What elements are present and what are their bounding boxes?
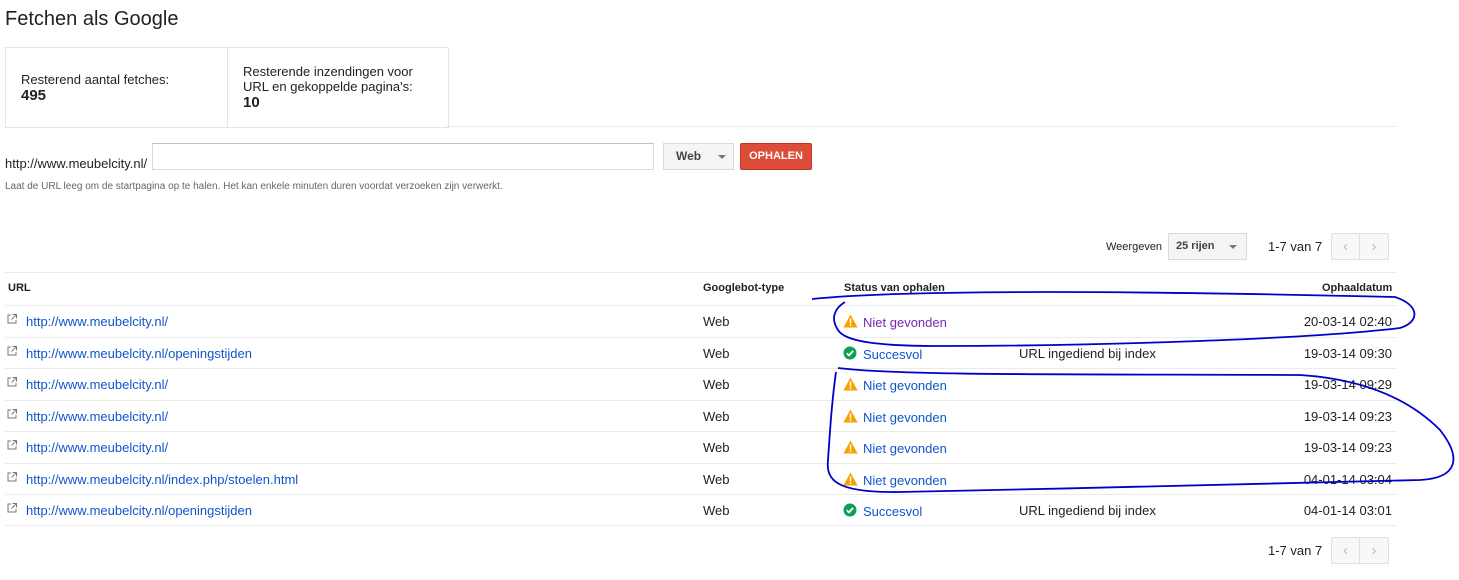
url-link[interactable]: http://www.meubelcity.nl/ [26, 314, 168, 329]
status-link[interactable]: Niet gevonden [863, 315, 947, 330]
table-top-border [5, 272, 1396, 273]
warning-icon [843, 409, 858, 423]
next-page-button[interactable]: › [1360, 233, 1389, 260]
external-link-icon[interactable] [7, 503, 17, 513]
pager-range: 1-7 van 7 [1268, 239, 1323, 254]
external-link-icon[interactable] [7, 471, 17, 482]
table-row: http://www.meubelcity.nl/Web Niet gevonde… [5, 305, 1396, 337]
rows-label: Weergeven [1106, 241, 1163, 253]
page-title: Fetchen als Google [5, 8, 179, 30]
status-link[interactable]: Niet gevonden [863, 378, 947, 393]
url-input[interactable] [152, 143, 654, 170]
submissions-remaining-value: 10 [243, 94, 260, 111]
next-page-button-bottom[interactable]: › [1360, 537, 1389, 564]
table-row: http://www.meubelcity.nl/index.php/stoel… [5, 462, 1396, 495]
googlebot-type: Web [703, 503, 730, 518]
index-note: URL ingediend bij index [1019, 503, 1156, 518]
fetches-remaining-box: Resterend aantal fetches: 495 [6, 48, 228, 127]
prev-page-button[interactable]: ‹ [1331, 233, 1360, 260]
column-header-url[interactable]: URL [8, 282, 31, 294]
warning-icon [843, 314, 858, 328]
fetch-date: 20-03-14 02:40 [1303, 314, 1392, 329]
fetch-date: 19-03-14 09:29 [1303, 377, 1392, 392]
fetch-button[interactable]: OPHALEN [740, 143, 812, 170]
fetch-date: 19-03-14 09:23 [1303, 408, 1392, 424]
url-link[interactable]: http://www.meubelcity.nl/ [26, 377, 168, 392]
chevron-left-icon: ‹ [1343, 238, 1348, 255]
quota-stats: Resterend aantal fetches: 495 Resterende… [5, 47, 449, 128]
url-link[interactable]: http://www.meubelcity.nl/openingstijden [26, 346, 252, 361]
index-note: URL ingediend bij index [1019, 345, 1156, 361]
googlebot-type: Web [703, 408, 730, 424]
submissions-remaining-label: Resterende inzendingen voor URL en gekop… [243, 64, 413, 94]
table-row: http://www.meubelcity.nl/Web Niet gevonde… [5, 431, 1396, 463]
prev-page-button-bottom[interactable]: ‹ [1331, 537, 1360, 564]
external-link-icon[interactable] [7, 377, 17, 387]
status-link[interactable]: Niet gevonden [863, 441, 947, 456]
warning-icon [843, 377, 858, 391]
warning-icon [843, 440, 858, 454]
fetch-date: 19-03-14 09:30 [1303, 345, 1392, 361]
external-link-icon[interactable] [7, 408, 17, 419]
fetch-hint: Laat de URL leeg om de startpagina op te… [5, 181, 503, 192]
chevron-right-icon: › [1371, 542, 1377, 559]
external-link-icon[interactable] [7, 314, 17, 324]
url-link[interactable]: http://www.meubelcity.nl/ [26, 409, 168, 424]
rows-per-page-value: 25 rijen [1176, 240, 1215, 252]
table-row: http://www.meubelcity.nl/Web Niet gevonde… [5, 399, 1396, 432]
column-header-date[interactable]: Ophaaldatum [1322, 282, 1392, 294]
fetch-date: 04-01-14 03:01 [1303, 503, 1392, 518]
column-header-status[interactable]: Status van ophalen [844, 282, 945, 294]
status-link[interactable]: Niet gevonden [863, 473, 947, 488]
table-row: http://www.meubelcity.nl/Web Niet gevonde… [5, 368, 1396, 400]
fetch-date: 04-01-14 03:04 [1303, 471, 1392, 487]
url-link[interactable]: http://www.meubelcity.nl/index.php/stoel… [26, 472, 298, 487]
caret-down-icon [718, 155, 726, 159]
googlebot-type: Web [703, 440, 730, 455]
table-row: http://www.meubelcity.nl/openingstijden W… [5, 336, 1396, 369]
fetches-remaining-label: Resterend aantal fetches: [21, 71, 170, 87]
googlebot-type: Web [703, 345, 730, 361]
status-link[interactable]: Succesvol [863, 504, 922, 519]
url-link[interactable]: http://www.meubelcity.nl/openingstijden [26, 503, 252, 518]
submissions-remaining-box: Resterende inzendingen voor URL en gekop… [228, 48, 449, 127]
external-link-icon[interactable] [7, 440, 17, 450]
external-link-icon[interactable] [7, 345, 17, 356]
chevron-left-icon: ‹ [1343, 542, 1348, 559]
pager-range-bottom: 1-7 van 7 [1268, 543, 1323, 558]
fetches-remaining-value: 495 [21, 86, 47, 104]
googlebot-type: Web [703, 471, 730, 487]
googlebot-type: Web [703, 314, 730, 329]
url-link[interactable]: http://www.meubelcity.nl/ [26, 440, 168, 455]
googlebot-type-value: Web [676, 149, 702, 163]
success-icon [843, 503, 858, 517]
rows-per-page-select[interactable]: 25 rijen [1168, 233, 1247, 260]
url-prefix: http://www.meubelcity.nl/ [5, 156, 148, 171]
table-bottom-border [5, 525, 1396, 526]
googlebot-type-select[interactable]: Web [663, 143, 734, 170]
chevron-right-icon: › [1371, 238, 1377, 255]
googlebot-type: Web [703, 377, 730, 392]
status-link[interactable]: Niet gevonden [863, 410, 947, 425]
success-icon [843, 346, 858, 360]
status-link[interactable]: Succesvol [863, 347, 922, 362]
warning-icon [843, 472, 858, 486]
table-row: http://www.meubelcity.nl/openingstijden W… [5, 494, 1396, 526]
column-header-googlebot-type[interactable]: Googlebot-type [703, 282, 784, 294]
fetch-date: 19-03-14 09:23 [1303, 440, 1392, 455]
divider [446, 126, 1396, 127]
caret-down-icon [1229, 245, 1237, 249]
